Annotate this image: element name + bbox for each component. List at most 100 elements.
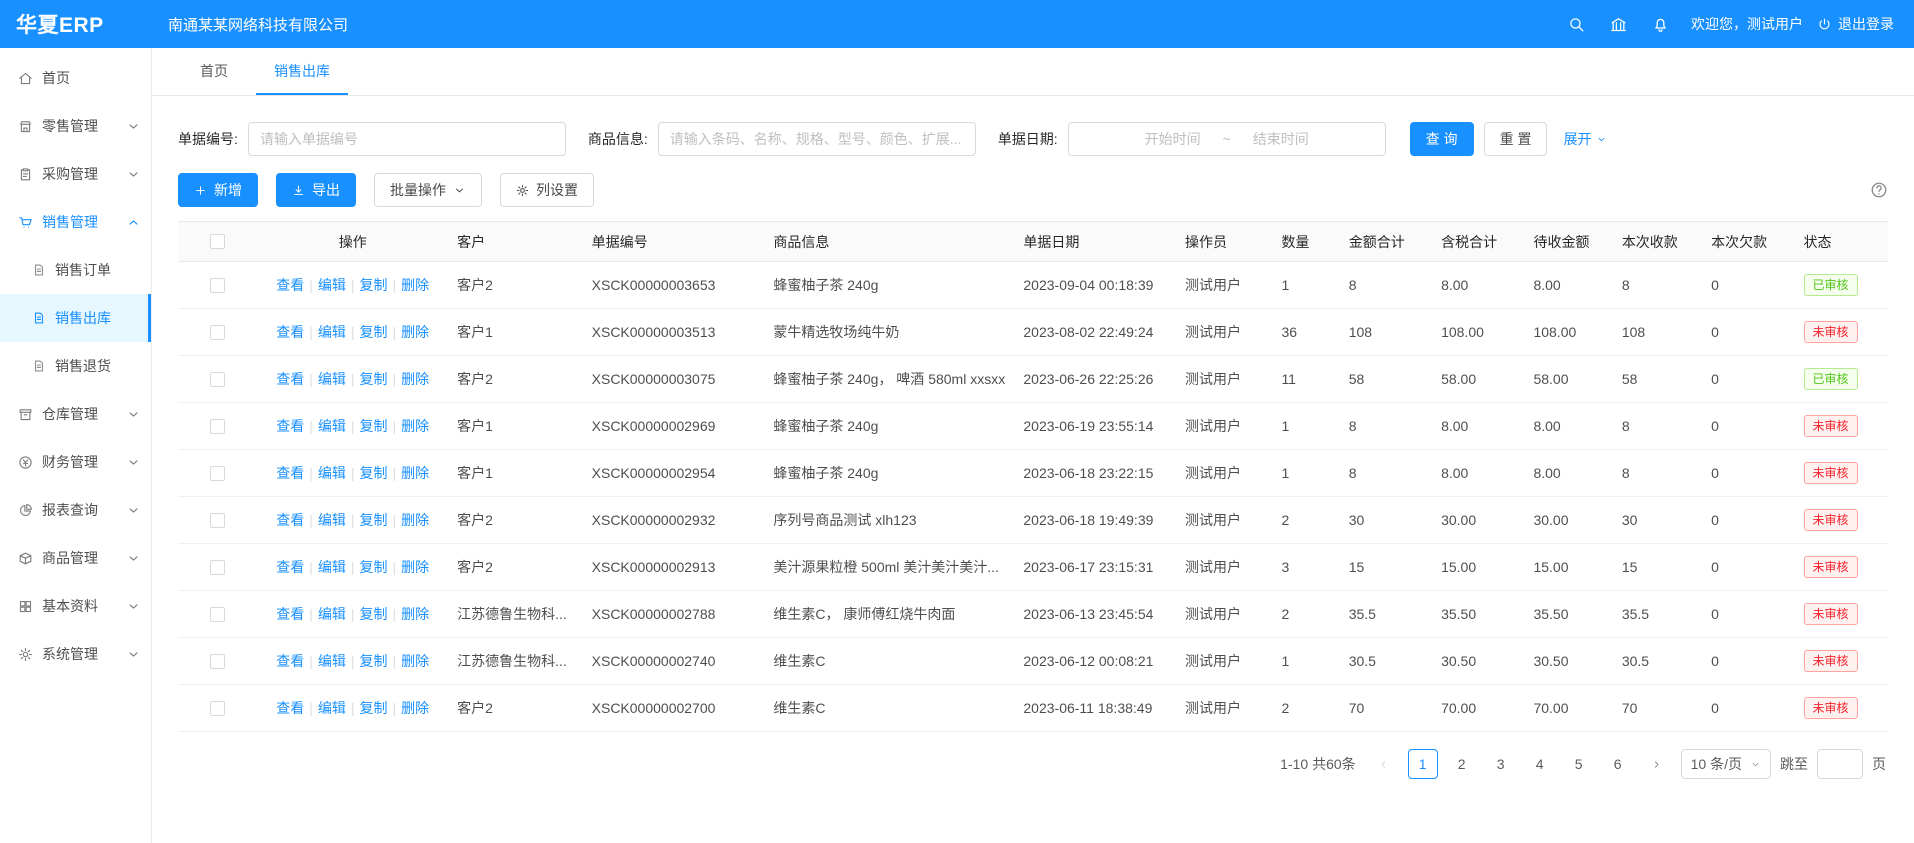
- add-button[interactable]: 新增: [178, 173, 258, 207]
- row-action-edit[interactable]: 编辑: [318, 606, 346, 622]
- table-row: 查看|编辑|复制|删除客户2XSCK00000003653蜂蜜柚子茶 240g2…: [178, 262, 1888, 309]
- sidebar-item-finance[interactable]: 财务管理: [0, 438, 151, 486]
- date-range-picker[interactable]: 开始时间 ~ 结束时间: [1068, 122, 1386, 156]
- row-action-delete[interactable]: 删除: [401, 465, 429, 481]
- page-button-2[interactable]: 2: [1447, 749, 1477, 779]
- row-action-copy[interactable]: 复制: [360, 512, 388, 528]
- page-button-1[interactable]: 1: [1408, 749, 1438, 779]
- row-action-delete[interactable]: 删除: [401, 700, 429, 716]
- row-action-delete[interactable]: 删除: [401, 653, 429, 669]
- next-page-button[interactable]: [1642, 749, 1672, 779]
- row-action-view[interactable]: 查看: [276, 418, 304, 434]
- cell-qty: 1: [1273, 403, 1340, 450]
- row-action-view[interactable]: 查看: [276, 700, 304, 716]
- sidebar-item-label: 商品管理: [42, 548, 126, 568]
- action-separator: |: [309, 653, 313, 669]
- sidebar-item-report[interactable]: 报表查询: [0, 486, 151, 534]
- row-action-edit[interactable]: 编辑: [318, 653, 346, 669]
- cell-product: 序列号商品测试 xlh123: [765, 497, 1015, 544]
- row-action-edit[interactable]: 编辑: [318, 418, 346, 434]
- row-checkbox[interactable]: [210, 372, 225, 387]
- prev-page-button[interactable]: [1369, 749, 1399, 779]
- row-checkbox[interactable]: [210, 278, 225, 293]
- search-button[interactable]: 查 询: [1410, 122, 1474, 156]
- sidebar-item-sales[interactable]: 销售管理: [0, 198, 151, 246]
- sidebar-item-basedata[interactable]: 基本资料: [0, 582, 151, 630]
- sidebar-subitem-sales-outbound[interactable]: 销售出库: [0, 294, 151, 342]
- page-button-6[interactable]: 6: [1603, 749, 1633, 779]
- page-button-3[interactable]: 3: [1486, 749, 1516, 779]
- row-action-copy[interactable]: 复制: [360, 465, 388, 481]
- sidebar-subitem-sales-return[interactable]: 销售退货: [0, 342, 151, 390]
- row-checkbox[interactable]: [210, 607, 225, 622]
- sidebar-item-goods[interactable]: 商品管理: [0, 534, 151, 582]
- row-action-view[interactable]: 查看: [276, 559, 304, 575]
- row-action-edit[interactable]: 编辑: [318, 277, 346, 293]
- help-icon[interactable]: [1870, 181, 1888, 199]
- select-all-checkbox[interactable]: [210, 234, 225, 249]
- row-checkbox[interactable]: [210, 654, 225, 669]
- row-checkbox[interactable]: [210, 419, 225, 434]
- tab-home[interactable]: 首页: [182, 48, 246, 95]
- row-action-delete[interactable]: 删除: [401, 324, 429, 340]
- row-action-view[interactable]: 查看: [276, 324, 304, 340]
- sidebar-item-system[interactable]: 系统管理: [0, 630, 151, 678]
- app-logo[interactable]: 华夏ERP: [0, 9, 152, 39]
- page-button-4[interactable]: 4: [1525, 749, 1555, 779]
- row-action-edit[interactable]: 编辑: [318, 465, 346, 481]
- sidebar-item-retail[interactable]: 零售管理: [0, 102, 151, 150]
- row-checkbox[interactable]: [210, 701, 225, 716]
- building-icon[interactable]: [1597, 0, 1639, 48]
- page-size-select[interactable]: 10 条/页: [1681, 749, 1771, 779]
- row-checkbox[interactable]: [210, 325, 225, 340]
- row-action-view[interactable]: 查看: [276, 465, 304, 481]
- row-action-copy[interactable]: 复制: [360, 653, 388, 669]
- row-action-delete[interactable]: 删除: [401, 512, 429, 528]
- row-action-view[interactable]: 查看: [276, 512, 304, 528]
- bell-icon[interactable]: [1639, 0, 1681, 48]
- page-jump-input[interactable]: [1817, 749, 1863, 779]
- row-action-delete[interactable]: 删除: [401, 418, 429, 434]
- row-action-copy[interactable]: 复制: [360, 559, 388, 575]
- order-no-input[interactable]: [248, 122, 566, 156]
- search-icon[interactable]: [1555, 0, 1597, 48]
- row-checkbox[interactable]: [210, 466, 225, 481]
- row-action-view[interactable]: 查看: [276, 606, 304, 622]
- sidebar-item-warehouse[interactable]: 仓库管理: [0, 390, 151, 438]
- sidebar-subitem-sales-order[interactable]: 销售订单: [0, 246, 151, 294]
- row-action-edit[interactable]: 编辑: [318, 512, 346, 528]
- company-name: 南通某某网络科技有限公司: [168, 14, 348, 35]
- logout-button[interactable]: 退出登录: [1817, 14, 1894, 34]
- row-action-copy[interactable]: 复制: [360, 324, 388, 340]
- tab-sales-outbound[interactable]: 销售出库: [256, 48, 348, 95]
- product-info-input[interactable]: [658, 122, 976, 156]
- row-action-view[interactable]: 查看: [276, 277, 304, 293]
- row-action-delete[interactable]: 删除: [401, 371, 429, 387]
- row-action-copy[interactable]: 复制: [360, 277, 388, 293]
- row-action-view[interactable]: 查看: [276, 371, 304, 387]
- batch-actions-button[interactable]: 批量操作: [374, 173, 482, 207]
- column-settings-button[interactable]: 列设置: [500, 173, 594, 207]
- row-checkbox[interactable]: [210, 560, 225, 575]
- expand-toggle[interactable]: 展开: [1563, 129, 1607, 149]
- row-action-copy[interactable]: 复制: [360, 371, 388, 387]
- cell-debt: 0: [1703, 685, 1795, 732]
- row-action-copy[interactable]: 复制: [360, 418, 388, 434]
- row-checkbox[interactable]: [210, 513, 225, 528]
- row-action-copy[interactable]: 复制: [360, 606, 388, 622]
- row-action-delete[interactable]: 删除: [401, 277, 429, 293]
- row-action-view[interactable]: 查看: [276, 653, 304, 669]
- sidebar: 首页零售管理采购管理销售管理销售订单销售出库销售退货仓库管理财务管理报表查询商品…: [0, 48, 152, 843]
- sidebar-item-home[interactable]: 首页: [0, 54, 151, 102]
- row-action-edit[interactable]: 编辑: [318, 324, 346, 340]
- sidebar-item-purchase[interactable]: 采购管理: [0, 150, 151, 198]
- row-action-edit[interactable]: 编辑: [318, 371, 346, 387]
- row-action-delete[interactable]: 删除: [401, 559, 429, 575]
- row-action-delete[interactable]: 删除: [401, 606, 429, 622]
- reset-button[interactable]: 重 置: [1484, 122, 1548, 156]
- row-action-edit[interactable]: 编辑: [318, 700, 346, 716]
- row-action-edit[interactable]: 编辑: [318, 559, 346, 575]
- row-action-copy[interactable]: 复制: [360, 700, 388, 716]
- page-button-5[interactable]: 5: [1564, 749, 1594, 779]
- export-button[interactable]: 导出: [276, 173, 356, 207]
